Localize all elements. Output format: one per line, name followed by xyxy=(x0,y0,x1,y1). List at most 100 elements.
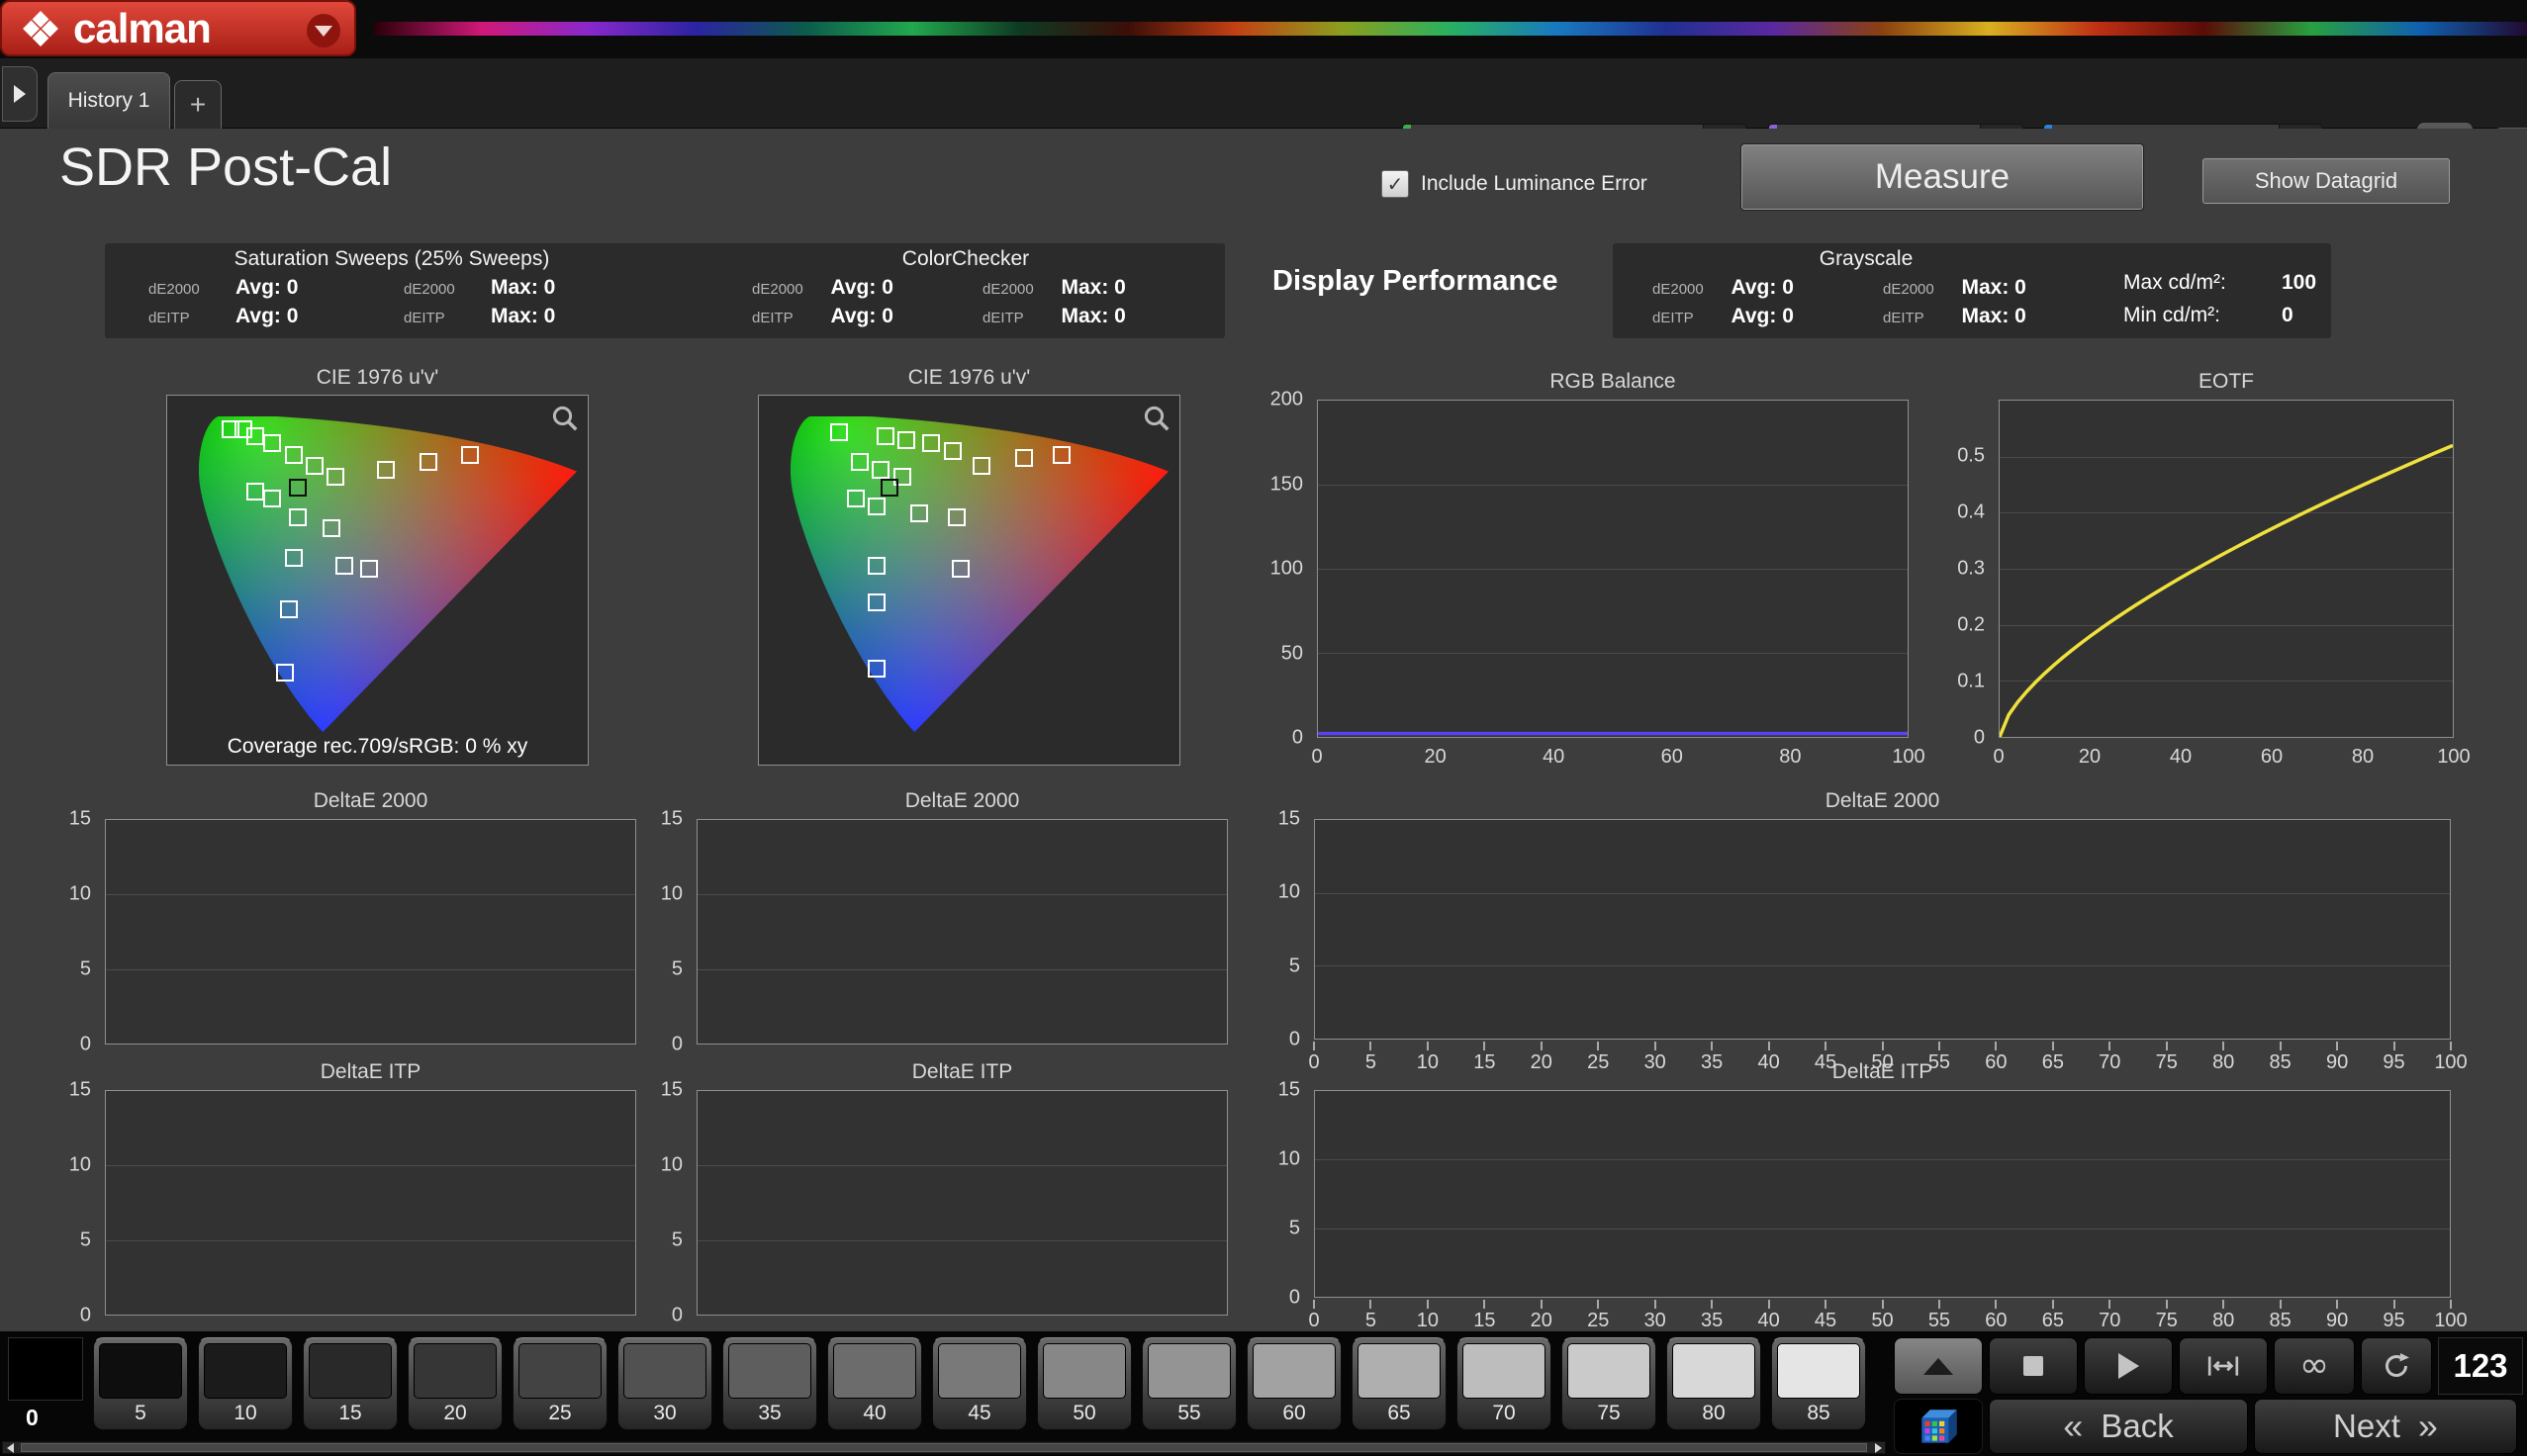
pattern-step-button[interactable]: 25 xyxy=(513,1337,608,1430)
measurement-target-marker xyxy=(922,434,940,452)
pattern-step-button[interactable]: 15 xyxy=(303,1337,398,1430)
gridline xyxy=(106,1165,635,1166)
scrollbar-thumb[interactable] xyxy=(21,1443,1867,1452)
pattern-step-button[interactable]: 65 xyxy=(1352,1337,1447,1430)
pattern-step-button[interactable]: 55 xyxy=(1142,1337,1237,1430)
de2000-grayscale-chart xyxy=(1314,819,2451,1040)
up-arrow-icon xyxy=(1923,1358,1953,1375)
pattern-step-button[interactable]: 40 xyxy=(827,1337,922,1430)
measurement-target-marker xyxy=(263,490,281,507)
pattern-step-swatch xyxy=(1462,1343,1545,1399)
rgb-balance-y-axis: 050100150200 xyxy=(1238,400,1311,738)
zoom-button[interactable] xyxy=(1142,404,1171,433)
pattern-step-button[interactable]: 45 xyxy=(932,1337,1027,1430)
pattern-step-label: 65 xyxy=(1357,1399,1441,1425)
measurement-target-marker xyxy=(1015,449,1033,467)
deitp-colorchecker-y-axis: 051015 xyxy=(621,1090,691,1316)
de2000-saturation-y-axis: 051015 xyxy=(30,819,99,1045)
play-button[interactable] xyxy=(2084,1337,2173,1395)
measurement-target-marker xyxy=(868,660,886,678)
deitp-colorchecker-title: DeltaE ITP xyxy=(697,1060,1228,1086)
measure-label: Measure xyxy=(1875,157,2010,197)
infinity-icon: ∞ xyxy=(2299,1348,2329,1384)
stat-row: dEITP Avg: 0 dEITP Max: 0 xyxy=(115,305,669,328)
next-button[interactable]: Next » xyxy=(2254,1399,2517,1454)
gridline xyxy=(106,894,635,895)
show-datagrid-label: Show Datagrid xyxy=(2255,168,2397,194)
pattern-step-button[interactable]: 70 xyxy=(1456,1337,1551,1430)
back-button[interactable]: « Back xyxy=(1989,1399,2248,1454)
x-tick-mark xyxy=(1825,1042,1826,1050)
gridline xyxy=(1315,1228,2450,1229)
colorchecker-stats-title: ColorChecker xyxy=(718,243,1213,271)
main-menu-arrow-button[interactable] xyxy=(307,14,340,47)
x-tick-mark xyxy=(2108,1300,2110,1309)
tab-add[interactable]: + xyxy=(174,80,222,129)
zoom-button[interactable] xyxy=(550,404,580,433)
stop-button[interactable] xyxy=(1989,1337,2078,1395)
stat-row: dEITP Avg: 0 dEITP Max: 0 xyxy=(1619,305,2113,328)
measure-button[interactable]: Measure xyxy=(1741,144,2143,210)
eotf-y-axis: 00.10.20.30.40.5 xyxy=(1923,400,1993,738)
pattern-step-swatch xyxy=(1672,1343,1755,1399)
pattern-panel-expand-button[interactable] xyxy=(1894,1337,1983,1395)
include-luminance-checkbox-row[interactable]: ✓ Include Luminance Error xyxy=(1381,170,1647,198)
pattern-step-button[interactable]: 85 xyxy=(1771,1337,1866,1430)
pattern-step-button[interactable]: 50 xyxy=(1037,1337,1132,1430)
pattern-step-button[interactable]: 20 xyxy=(408,1337,503,1430)
x-tick-mark xyxy=(1938,1042,1940,1050)
pattern-step-button[interactable]: 35 xyxy=(722,1337,817,1430)
refresh-button[interactable] xyxy=(2361,1337,2432,1395)
y-tick-label: 5 xyxy=(672,1228,683,1251)
calman-menu-button[interactable]: calman xyxy=(0,0,356,56)
y-tick-label: 15 xyxy=(69,1079,91,1102)
pattern-step-0-swatch[interactable] xyxy=(8,1337,83,1401)
pattern-step-button[interactable]: 60 xyxy=(1247,1337,1342,1430)
metric-label: dE2000 xyxy=(148,281,235,298)
measurement-target-marker xyxy=(973,457,990,475)
y-tick-label: 0 xyxy=(1974,727,1985,750)
pattern-step-button[interactable]: 10 xyxy=(198,1337,293,1430)
metric-value: Avg: 0 xyxy=(830,276,983,300)
y-tick-label: 10 xyxy=(1278,881,1300,904)
add-tab-label: + xyxy=(190,89,206,121)
min-cd-label: Min cd/m²: xyxy=(2123,304,2282,327)
y-tick-label: 100 xyxy=(1270,558,1303,581)
pattern-step-label: 55 xyxy=(1148,1399,1231,1425)
x-tick-mark xyxy=(2052,1300,2054,1309)
measurement-target-marker xyxy=(323,519,340,537)
lut-pattern-button[interactable] xyxy=(1894,1399,1983,1454)
x-tick-mark xyxy=(1597,1300,1599,1309)
tab-label: History 1 xyxy=(68,89,150,113)
measurement-target-marker xyxy=(360,560,378,578)
y-tick-label: 0 xyxy=(80,1305,91,1327)
x-tick-label: 60 xyxy=(2261,746,2283,769)
single-measure-button[interactable] xyxy=(2179,1337,2268,1395)
pattern-step-button[interactable]: 80 xyxy=(1666,1337,1761,1430)
continuous-loop-button[interactable]: ∞ xyxy=(2274,1337,2355,1395)
x-tick-mark xyxy=(2108,1042,2110,1050)
x-tick-label: 40 xyxy=(2170,746,2192,769)
left-panel-expander-button[interactable] xyxy=(2,66,38,122)
pattern-step-swatch xyxy=(99,1343,182,1399)
pattern-step-label: 60 xyxy=(1253,1399,1336,1425)
y-tick-label: 0 xyxy=(672,1034,683,1056)
checkbox-checked-icon[interactable]: ✓ xyxy=(1381,170,1409,198)
tab-history-1[interactable]: History 1 xyxy=(47,72,170,129)
pattern-step-button[interactable]: 30 xyxy=(617,1337,712,1430)
scroll-left-button[interactable] xyxy=(3,1443,17,1452)
show-datagrid-button[interactable]: Show Datagrid xyxy=(2202,158,2450,204)
rgb-balance-x-axis: 020406080100 xyxy=(1317,742,1909,775)
pattern-step-label: 80 xyxy=(1672,1399,1755,1425)
y-tick-label: 5 xyxy=(80,1228,91,1251)
y-tick-label: 5 xyxy=(1289,1217,1300,1239)
pattern-step-button[interactable]: 75 xyxy=(1561,1337,1656,1430)
metric-value: Avg: 0 xyxy=(1731,276,1883,300)
x-tick-label: 85 xyxy=(2270,1310,2292,1332)
check-glyph: ✓ xyxy=(1387,172,1404,197)
pattern-step-button[interactable]: 5 xyxy=(93,1337,188,1430)
metric-value: Max: 0 xyxy=(1061,276,1213,300)
horizontal-scrollbar[interactable] xyxy=(2,1441,1886,1454)
scroll-right-button[interactable] xyxy=(1871,1443,1885,1452)
x-tick-mark xyxy=(2052,1042,2054,1050)
